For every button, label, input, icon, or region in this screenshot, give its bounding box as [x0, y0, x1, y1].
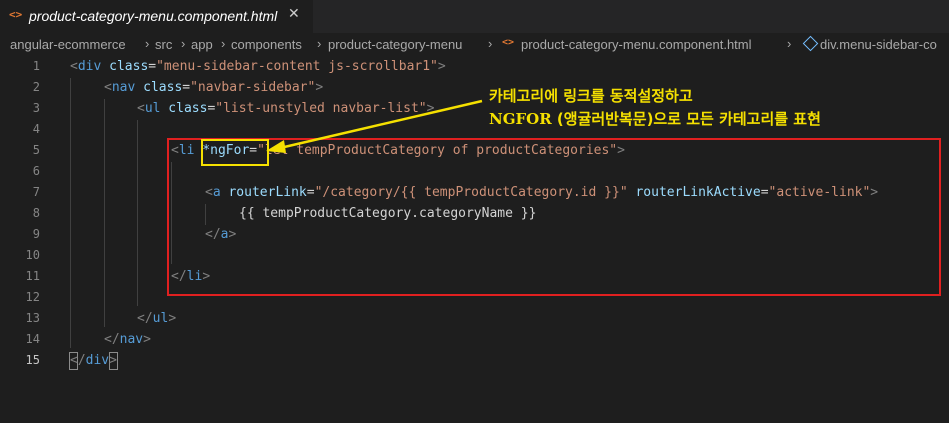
- line-number: 11: [25, 269, 40, 283]
- line-number: 1: [32, 59, 40, 73]
- line-number: 9: [32, 227, 40, 241]
- indent-guide: [70, 78, 71, 348]
- chevron-right-icon: ›: [488, 36, 493, 51]
- line-number: 4: [32, 122, 40, 136]
- token: >: [143, 332, 151, 347]
- token-attr: class: [135, 80, 183, 95]
- indent-guide: [104, 99, 105, 327]
- token: </: [104, 332, 120, 347]
- token: >: [437, 59, 446, 74]
- code-line-1: <div class="menu-sidebar-content js-scro…: [70, 57, 446, 77]
- token: >: [315, 80, 324, 95]
- editor-tab-bar: <> product-category-menu.component.html …: [0, 0, 949, 33]
- line-number: 14: [25, 332, 40, 346]
- breadcrumb-item-file[interactable]: product-category-menu.component.html: [521, 37, 752, 52]
- html-file-icon: <>: [9, 8, 23, 21]
- chevron-right-icon: ›: [145, 36, 150, 51]
- chevron-right-icon: ›: [181, 36, 186, 51]
- chevron-right-icon: ›: [787, 36, 792, 51]
- html-file-icon: <>: [502, 37, 515, 48]
- token-tag: ul: [144, 101, 161, 116]
- highlight-box-red: [167, 138, 941, 296]
- token-tag: div: [85, 353, 110, 368]
- breadcrumb-item-folder[interactable]: product-category-menu: [328, 37, 462, 52]
- token-string: "navbar-sidebar": [190, 80, 316, 95]
- line-number: 8: [32, 206, 40, 220]
- token: /: [77, 353, 86, 368]
- chevron-right-icon: ›: [221, 36, 226, 51]
- code-line-13: </ul>: [137, 309, 176, 329]
- token: <: [70, 59, 78, 74]
- line-number: 5: [32, 143, 40, 157]
- chevron-right-icon: ›: [317, 36, 322, 51]
- breadcrumb-item-app[interactable]: app: [191, 37, 213, 52]
- breadcrumb-item-components[interactable]: components: [231, 37, 302, 52]
- line-number: 10: [25, 248, 40, 262]
- cube-icon: [802, 35, 819, 52]
- line-number: 2: [32, 80, 40, 94]
- line-number: 13: [25, 311, 40, 325]
- line-number: 12: [25, 290, 40, 304]
- token: <: [104, 80, 112, 95]
- file-tab-label: product-category-menu.component.html: [29, 8, 278, 24]
- annotation-text-line-2-rest: (앵귤러반복문)으로 모든 카테고리를 표현: [551, 110, 821, 128]
- line-number: 6: [32, 164, 40, 178]
- token: >: [168, 311, 177, 326]
- breadcrumb: angular-ecommerce › src › app › componen…: [0, 33, 949, 55]
- indent-guide: [137, 120, 138, 306]
- breadcrumb-item-symbol[interactable]: div.menu-sidebar-co: [820, 37, 937, 52]
- token-tag: nav: [119, 332, 144, 347]
- code-line-3: <ul class="list-unstyled navbar-list">: [137, 99, 434, 119]
- token: >: [426, 101, 435, 116]
- token: =: [148, 59, 157, 74]
- token: </: [137, 311, 153, 326]
- breadcrumb-item-src[interactable]: src: [155, 37, 172, 52]
- code-line-15: </div>: [70, 351, 117, 371]
- token-tag: nav: [111, 80, 136, 95]
- token-string: "list-unstyled navbar-list": [215, 101, 427, 116]
- line-number: 3: [32, 101, 40, 115]
- annotation-ngfor: NGFOR: [489, 110, 552, 128]
- breadcrumb-item-project[interactable]: angular-ecommerce: [10, 37, 126, 52]
- close-icon[interactable]: ✕: [288, 6, 300, 22]
- token: =: [182, 80, 191, 95]
- highlight-box-yellow: [201, 139, 269, 166]
- annotation-text-line-1: 카테고리에 링크를 동적설정하고: [489, 87, 693, 105]
- token-attr: class: [160, 101, 208, 116]
- code-line-14: </nav>: [104, 330, 151, 350]
- token-tag: ul: [152, 311, 169, 326]
- token-tag: div: [77, 59, 102, 74]
- token-string: "menu-sidebar-content js-scrollbar1": [156, 59, 438, 74]
- token: <: [137, 101, 145, 116]
- line-number-active: 15: [25, 353, 40, 367]
- code-line-2: <nav class="navbar-sidebar">: [104, 78, 323, 98]
- line-number: 7: [32, 185, 40, 199]
- token: >: [109, 353, 117, 368]
- annotation-text-line-2: NGFOR (앵귤러반복문)으로 모든 카테고리를 표현: [489, 108, 821, 129]
- token: <: [70, 353, 78, 368]
- file-tab[interactable]: <> product-category-menu.component.html …: [0, 0, 313, 33]
- token-attr: class: [101, 59, 149, 74]
